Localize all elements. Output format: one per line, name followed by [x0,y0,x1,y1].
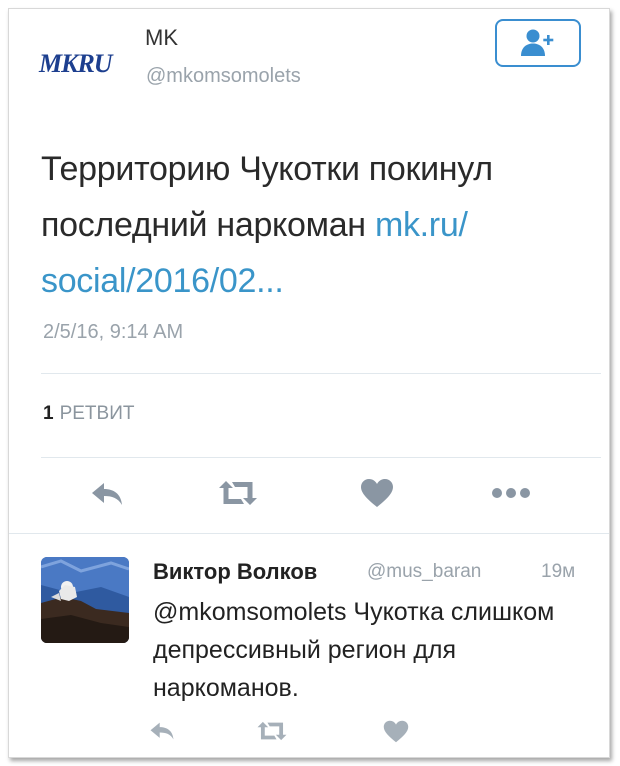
reply-author-name[interactable]: Виктор Волков [153,559,317,585]
like-button[interactable] [357,475,397,511]
like-icon [383,720,409,742]
follow-button[interactable] [495,19,581,67]
more-icon [492,488,530,498]
reply-icon [92,483,122,505]
retweet-icon [257,721,287,741]
avatar-image [41,557,129,643]
tweet-timestamp[interactable]: 2/5/16, 9:14 AM [43,321,183,344]
add-user-icon [521,29,554,56]
divider [41,373,601,374]
account-logo[interactable]: MKRU [39,49,113,79]
retweet-stats[interactable]: 1 РЕТВИТ [43,403,134,425]
account-name[interactable]: MK [145,25,178,51]
like-icon [361,479,393,507]
reply-retweet-button[interactable] [253,717,291,745]
reply-time[interactable]: 19м [541,561,575,583]
retweet-count: 1 [43,403,54,424]
divider [41,457,601,458]
reply-text: @mkomsomolets Чукотка слишком депрессивн… [153,598,555,702]
retweet-icon [219,481,257,505]
account-handle[interactable]: @mkomsomolets [146,65,301,88]
divider [9,533,609,534]
more-button[interactable] [489,479,533,507]
reply-button[interactable] [87,477,127,511]
tweet-text: Территорию Чукотки покинул последний нар… [41,141,597,309]
reply-author-handle[interactable]: @mus_baran [367,561,481,583]
reply-reply-button[interactable] [145,717,179,745]
reply-icon [150,722,174,740]
retweet-button[interactable] [215,475,261,511]
reply-like-button[interactable] [379,717,413,745]
avatar[interactable] [41,557,129,643]
tweet-card: MKRU MK @mkomsomolets Территорию Чукотки… [8,8,610,758]
retweet-label: РЕТВИТ [59,403,135,424]
